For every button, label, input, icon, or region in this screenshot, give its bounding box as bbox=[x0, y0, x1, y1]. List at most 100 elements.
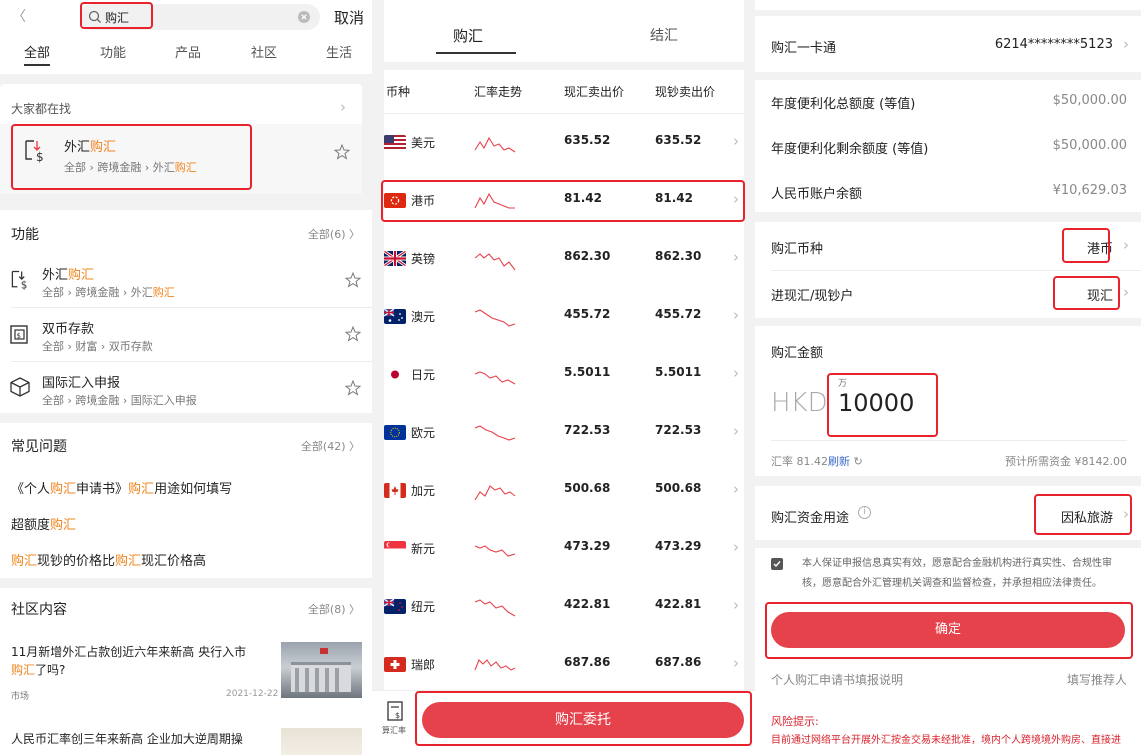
rate-row-eur[interactable]: 欧元 722.53 722.53 › bbox=[384, 404, 744, 462]
annual-total-label: 年度便利化总额度 (等值) bbox=[771, 97, 916, 112]
function-item-forex[interactable]: $ 外汇购汇 全部 › 跨境金融 › 外汇购汇 bbox=[0, 254, 372, 306]
spot-sell-price: 687.86 bbox=[564, 655, 611, 669]
faq-item[interactable]: 购汇现钞的价格比购汇现汇价格高 bbox=[11, 550, 206, 569]
function-title: 外汇购汇 bbox=[42, 268, 95, 283]
cube-icon bbox=[10, 377, 30, 397]
rates-panel: 购汇 结汇 币种 汇率走势 现汇卖出价 现钞卖出价 美元 635.52 635.… bbox=[372, 0, 755, 755]
rate-row-nzd[interactable]: 纽元 422.81 422.81 › bbox=[384, 578, 744, 636]
trend-sparkline bbox=[474, 425, 516, 441]
account-type-select[interactable]: 进现汇/现钞户 现汇 › bbox=[755, 271, 1141, 318]
rmb-balance-value: ¥10,629.03 bbox=[1052, 183, 1127, 198]
cash-sell-price: 722.53 bbox=[655, 423, 702, 437]
back-icon[interactable]: 〈 bbox=[12, 6, 26, 26]
refresh-icon: ↻ bbox=[853, 455, 863, 468]
star-icon[interactable] bbox=[334, 144, 350, 160]
currency-value: 港币 bbox=[1086, 242, 1113, 257]
spot-sell-price: 500.68 bbox=[564, 481, 611, 495]
referrer-link[interactable]: 填写推荐人 bbox=[1067, 671, 1127, 688]
currency-name: 日元 bbox=[411, 368, 436, 382]
news-title: 人民币汇率创三年来新高 企业加大逆周期操 bbox=[11, 732, 243, 746]
cancel-button[interactable]: 取消 bbox=[334, 7, 364, 28]
currency-name: 澳元 bbox=[411, 310, 436, 324]
rate-row-sgd[interactable]: 新元 473.29 473.29 › bbox=[384, 520, 744, 578]
news-item[interactable]: 人民币汇率创三年来新高 企业加大逆周期操 bbox=[0, 718, 372, 755]
cash-sell-price: 422.81 bbox=[655, 597, 702, 611]
annual-left-value: $50,000.00 bbox=[1052, 138, 1127, 153]
faq-more-link[interactable]: 全部(42) 〉 bbox=[301, 438, 360, 454]
tab-all[interactable]: 全部 bbox=[24, 42, 50, 61]
spot-sell-price: 862.30 bbox=[564, 249, 611, 263]
news-item[interactable]: 11月新增外汇占款创近六年来新高 央行入市 购汇了吗? 市场 2021-12-2… bbox=[0, 634, 372, 706]
amount-unit: 万 bbox=[838, 379, 848, 389]
popular-title: 大家都在找 bbox=[11, 102, 72, 116]
tab-buy[interactable]: 购汇 bbox=[453, 25, 483, 46]
function-path: 全部 › 财富 › 双币存款 bbox=[42, 340, 153, 353]
cash-sell-price: 500.68 bbox=[655, 481, 702, 495]
function-item-remittance[interactable]: 国际汇入申报 全部 › 跨境金融 › 国际汇入申报 bbox=[0, 362, 372, 414]
card-row[interactable]: 购汇一卡通 6214********5123 › bbox=[755, 16, 1141, 72]
rate-row-gbp[interactable]: 英镑 862.30 862.30 › bbox=[384, 230, 744, 288]
purpose-select[interactable]: 购汇资金用途 i 因私旅游 › bbox=[755, 486, 1141, 540]
spot-sell-price: 81.42 bbox=[564, 191, 602, 205]
calc-rate-button[interactable]: $ 算汇率 bbox=[382, 701, 412, 741]
currency-select[interactable]: 购汇币种 港币 › bbox=[755, 222, 1141, 270]
top-result-path: 全部 › 跨境金融 › 外汇购汇 bbox=[64, 161, 197, 174]
tab-life[interactable]: 生活 bbox=[326, 42, 352, 61]
trend-sparkline bbox=[474, 192, 515, 209]
tab-sell[interactable]: 结汇 bbox=[650, 25, 678, 45]
confirm-button[interactable]: 确定 bbox=[771, 612, 1125, 648]
function-path: 全部 › 跨境金融 › 外汇购汇 bbox=[42, 286, 175, 299]
chevron-right-icon: › bbox=[733, 190, 739, 208]
rate-row-usd[interactable]: 美元 635.52 635.52 › bbox=[384, 114, 744, 172]
top-result[interactable]: $ 外汇购汇 全部 › 跨境金融 › 外汇购汇 bbox=[0, 124, 362, 194]
jp-flag-icon bbox=[384, 367, 406, 382]
clear-icon[interactable] bbox=[298, 11, 310, 23]
rate-row-hkd[interactable]: 港币 81.42 81.42 › bbox=[384, 172, 744, 230]
amount-input[interactable]: 10000 bbox=[838, 389, 914, 417]
rate-row-cad[interactable]: 加元 500.68 500.68 › bbox=[384, 462, 744, 520]
chevron-right-icon: › bbox=[1123, 35, 1129, 53]
account-type-value: 现汇 bbox=[1086, 289, 1113, 304]
quota-section: 年度便利化总额度 (等值) $50,000.00 年度便利化剩余额度 (等值) … bbox=[755, 80, 1141, 212]
rate-text: 汇率 81.42 bbox=[771, 455, 828, 468]
declaration-checkbox[interactable] bbox=[771, 558, 783, 570]
news-title: 11月新增外汇占款创近六年来新高 央行入市 bbox=[11, 645, 247, 659]
search-header: 〈 购汇 取消 全部 功能 产品 社区 生活 bbox=[0, 0, 372, 74]
star-icon[interactable] bbox=[345, 272, 361, 288]
info-icon[interactable]: i bbox=[858, 506, 871, 519]
order-button[interactable]: 购汇委托 bbox=[422, 702, 744, 738]
tab-community[interactable]: 社区 bbox=[251, 42, 277, 61]
annual-total-value: $50,000.00 bbox=[1052, 93, 1127, 108]
col-trend: 汇率走势 bbox=[474, 85, 523, 99]
function-path: 全部 › 跨境金融 › 国际汇入申报 bbox=[42, 394, 197, 407]
community-title: 社区内容 bbox=[11, 602, 67, 618]
spot-sell-price: 5.5011 bbox=[564, 365, 611, 379]
tab-products[interactable]: 产品 bbox=[175, 42, 201, 61]
chevron-right-icon: › bbox=[733, 538, 739, 556]
search-input[interactable]: 购汇 bbox=[80, 4, 320, 30]
faq-item[interactable]: 《个人购汇申请书》购汇用途如何填写 bbox=[11, 478, 232, 497]
currency-section: 购汇币种 港币 › 进现汇/现钞户 现汇 › bbox=[755, 222, 1141, 318]
rate-row-jpy[interactable]: 日元 5.5011 5.5011 › bbox=[384, 346, 744, 404]
functions-more-link[interactable]: 全部(6) 〉 bbox=[308, 226, 360, 242]
guide-link[interactable]: 个人购汇申请书填报说明 bbox=[771, 671, 903, 688]
cash-sell-price: 473.29 bbox=[655, 539, 702, 553]
community-more-link[interactable]: 全部(8) 〉 bbox=[308, 601, 360, 617]
faq-item[interactable]: 超额度购汇 bbox=[11, 514, 76, 533]
svg-text:$: $ bbox=[36, 150, 44, 164]
tab-bar: 购汇 结汇 bbox=[384, 8, 744, 62]
currency-name: 纽元 bbox=[411, 600, 436, 614]
tab-functions[interactable]: 功能 bbox=[100, 42, 126, 61]
col-spot-sell: 现汇卖出价 bbox=[564, 85, 625, 99]
rate-row-aud[interactable]: 澳元 455.72 455.72 › bbox=[384, 288, 744, 346]
rate-row-chf[interactable]: 瑞郎 687.86 687.86 › bbox=[384, 636, 744, 694]
trend-sparkline bbox=[474, 253, 516, 271]
purpose-value: 因私旅游 bbox=[1060, 511, 1113, 526]
star-icon[interactable] bbox=[345, 380, 361, 396]
refresh-link[interactable]: 刷新 ↻ bbox=[828, 453, 863, 469]
nz-flag-icon bbox=[384, 599, 406, 614]
eu-flag-icon bbox=[384, 425, 406, 440]
function-item-dual-deposit[interactable]: $ 双币存款 全部 › 财富 › 双币存款 bbox=[0, 308, 372, 360]
star-icon[interactable] bbox=[345, 326, 361, 342]
table-header: 币种 汇率走势 现汇卖出价 现钞卖出价 bbox=[384, 70, 744, 114]
